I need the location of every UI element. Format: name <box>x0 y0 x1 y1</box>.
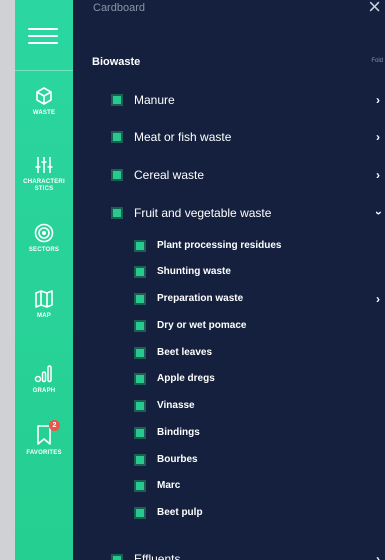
subitem-label: Bourbes <box>157 454 198 465</box>
subitem-checkbox[interactable] <box>134 507 146 519</box>
category-label: Fruit and vegetable waste <box>134 206 272 220</box>
subitem-row[interactable]: Beet pulp <box>73 507 385 527</box>
category-row-cereal[interactable]: Cereal waste › <box>73 168 385 188</box>
subitem-label: Beet pulp <box>157 507 203 518</box>
category-row-manure[interactable]: Manure › <box>73 93 385 113</box>
subitem-row[interactable]: Apple dregs <box>73 373 385 393</box>
nav-favorites-label: FAVORITES <box>26 450 62 456</box>
subitem-row[interactable]: Beet leaves <box>73 347 385 367</box>
category-row-meat-fish[interactable]: Meat or fish waste › <box>73 130 385 150</box>
sliders-icon <box>35 157 53 173</box>
category-panel: Cardboard × Biowaste Fold Manure › Meat … <box>73 0 385 560</box>
subitem-label: Bindings <box>157 427 200 438</box>
subitem-row[interactable]: Shunting waste <box>73 266 385 286</box>
category-label: Meat or fish waste <box>134 130 232 144</box>
close-icon[interactable]: × <box>368 0 381 20</box>
subitem-row[interactable]: Bindings <box>73 427 385 447</box>
graph-icon <box>34 365 52 383</box>
section-title: Biowaste <box>92 56 141 68</box>
app-window: WASTE CHARACTERI STICS SECTORS MAP GRAPH… <box>15 0 385 560</box>
subitem-checkbox[interactable] <box>134 400 146 412</box>
subitem-row[interactable]: Plant processing residues <box>73 240 385 260</box>
side-rail: WASTE CHARACTERI STICS SECTORS MAP GRAPH… <box>15 0 73 560</box>
category-checkbox[interactable] <box>111 554 123 560</box>
category-checkbox[interactable] <box>111 131 123 143</box>
nav-graph-label: GRAPH <box>32 388 56 394</box>
subitem-row[interactable]: Vinasse <box>73 400 385 420</box>
chevron-right-icon[interactable]: › <box>376 168 380 182</box>
nav-waste-label: WASTE <box>32 110 56 116</box>
nav-map[interactable]: MAP <box>15 289 73 320</box>
nav-sectors-label: SECTORS <box>28 247 60 253</box>
cube-icon <box>36 87 52 105</box>
subitem-label: Shunting waste <box>157 266 231 277</box>
subitem-row[interactable]: Marc <box>73 480 385 500</box>
chevron-right-icon[interactable]: › <box>376 93 380 107</box>
cut-off-heading: Cardboard <box>93 2 145 14</box>
subitem-row[interactable]: Preparation waste › <box>73 292 385 313</box>
category-checkbox[interactable] <box>111 207 123 219</box>
favorites-count-badge: 2 <box>49 420 60 431</box>
nav-waste[interactable]: WASTE <box>15 86 73 117</box>
nav-map-label: MAP <box>37 313 51 319</box>
nav-favorites[interactable]: 2 FAVORITES <box>15 420 73 457</box>
fold-button[interactable]: Fold <box>371 58 383 64</box>
subitem-checkbox[interactable] <box>134 293 146 305</box>
nav-sectors[interactable]: SECTORS <box>15 223 73 254</box>
subitem-checkbox[interactable] <box>134 427 146 439</box>
category-row-fruit-vegetable[interactable]: Fruit and vegetable waste › <box>73 206 385 226</box>
chevron-down-icon[interactable]: › <box>372 211 385 215</box>
subitem-row[interactable]: Bourbes <box>73 454 385 474</box>
nav-characteristics[interactable]: CHARACTERI STICS <box>15 155 73 193</box>
nav-characteristics-label: CHARACTERI STICS <box>23 179 65 192</box>
category-label: Effluents <box>134 552 181 560</box>
category-label: Cereal waste <box>134 168 205 182</box>
subitem-label: Dry or wet pomace <box>157 320 247 331</box>
category-checkbox[interactable] <box>111 169 123 181</box>
subitem-label: Apple dregs <box>157 373 215 384</box>
category-row-effluents[interactable]: Effluents › <box>73 552 385 560</box>
chevron-right-icon[interactable]: › <box>376 552 380 560</box>
subitem-row[interactable]: Dry or wet pomace <box>73 320 385 340</box>
subitem-checkbox[interactable] <box>134 320 146 332</box>
category-checkbox[interactable] <box>111 94 123 106</box>
hamburger-menu-icon[interactable] <box>28 28 58 46</box>
subitem-checkbox[interactable] <box>134 240 146 252</box>
subitem-checkbox[interactable] <box>134 480 146 492</box>
subitem-label: Plant processing residues <box>157 240 282 251</box>
nav-graph[interactable]: GRAPH <box>15 364 73 395</box>
subitem-label: Vinasse <box>157 400 195 411</box>
subitem-checkbox[interactable] <box>134 266 146 278</box>
subitem-label: Beet leaves <box>157 347 213 358</box>
map-icon <box>35 290 53 308</box>
chevron-right-icon[interactable]: › <box>376 130 380 144</box>
chevron-right-icon[interactable]: › <box>376 292 380 306</box>
target-icon <box>34 223 54 243</box>
subitem-checkbox[interactable] <box>134 347 146 359</box>
category-label: Manure <box>134 93 175 107</box>
rail-divider <box>15 70 73 71</box>
subitem-checkbox[interactable] <box>134 454 146 466</box>
subitem-checkbox[interactable] <box>134 373 146 385</box>
subitem-label: Preparation waste <box>157 293 244 304</box>
subitem-label: Marc <box>157 480 181 491</box>
